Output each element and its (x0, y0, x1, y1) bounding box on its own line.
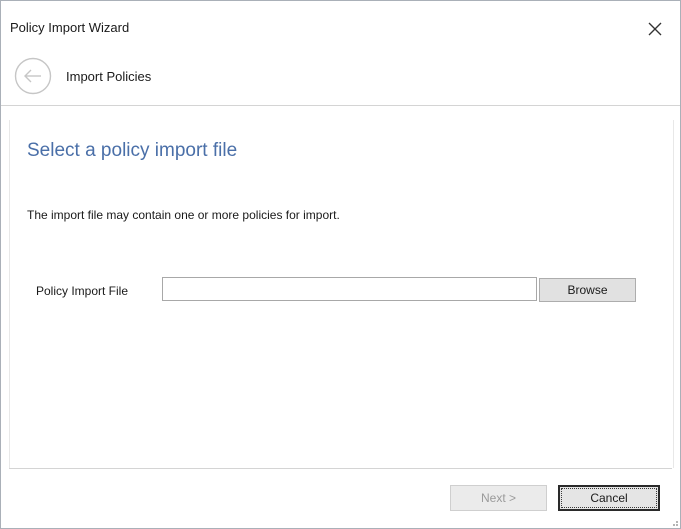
cancel-button[interactable]: Cancel (558, 485, 660, 511)
close-icon (648, 22, 662, 36)
next-button[interactable]: Next > (450, 485, 547, 511)
back-button[interactable] (14, 57, 52, 95)
wizard-nav-header: Import Policies (1, 47, 680, 106)
cancel-button-label: Cancel (590, 491, 628, 505)
arrow-left-icon (14, 57, 52, 95)
policy-import-file-input[interactable] (162, 277, 537, 301)
close-button[interactable] (641, 15, 669, 43)
window-title: Policy Import Wizard (10, 20, 130, 35)
policy-import-wizard-window: Policy Import Wizard Import Policies Sel… (0, 0, 681, 529)
nav-title: Import Policies (66, 69, 152, 84)
page-description: The import file may contain one or more … (27, 208, 340, 222)
resize-grip-icon[interactable] (669, 517, 679, 527)
browse-button[interactable]: Browse (539, 278, 636, 302)
title-bar: Policy Import Wizard (1, 1, 680, 46)
page-heading: Select a policy import file (27, 140, 238, 161)
policy-import-file-label: Policy Import File (36, 284, 129, 298)
